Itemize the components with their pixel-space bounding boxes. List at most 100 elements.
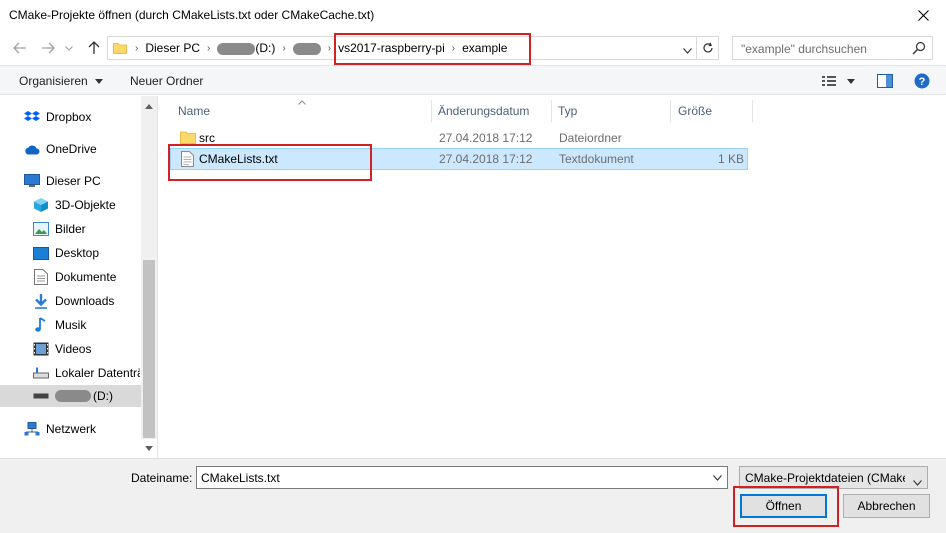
computer-icon <box>24 173 40 189</box>
view-options-button[interactable] <box>821 73 861 89</box>
sidebar-item-3d-objects[interactable]: 3D-Objekte <box>33 194 140 216</box>
back-arrow-icon <box>13 42 26 54</box>
sidebar-item-music[interactable]: Musik <box>33 314 140 336</box>
refresh-button[interactable] <box>697 36 719 60</box>
scroll-up-button[interactable] <box>141 98 157 114</box>
preview-pane-icon <box>877 74 893 88</box>
file-date: 27.04.2018 17:12 <box>439 131 533 145</box>
forward-button[interactable] <box>38 39 58 57</box>
pictures-icon <box>33 221 49 237</box>
sidebar-item-videos[interactable]: Videos <box>33 338 140 360</box>
new-folder-button[interactable]: Neuer Ordner <box>130 74 203 88</box>
chevron-down-icon <box>913 475 922 489</box>
sidebar-item-label: Lokaler Datenträ <box>55 366 140 380</box>
sidebar-item-downloads[interactable]: Downloads <box>33 290 140 312</box>
sidebar-item-dropbox[interactable]: Dropbox <box>24 106 140 128</box>
chevron-down-icon <box>683 48 692 54</box>
chevron-down-icon <box>847 78 855 84</box>
sidebar-item-onedrive[interactable]: OneDrive <box>24 138 140 160</box>
sidebar-item-label: Dropbox <box>46 110 92 124</box>
sidebar-item-label: Desktop <box>55 246 100 260</box>
sidebar-item-network[interactable]: Netzwerk <box>24 418 140 440</box>
sidebar-item-label: Netzwerk <box>46 422 97 436</box>
breadcrumb-separator-icon: › <box>282 42 286 54</box>
drive-icon <box>33 365 49 381</box>
address-dropdown-button[interactable] <box>683 43 692 57</box>
column-header-size[interactable]: Größe <box>674 100 753 122</box>
crumb-drive[interactable]: (D:) <box>213 41 279 55</box>
chevron-down-icon <box>95 79 104 85</box>
address-highlight-box <box>334 33 531 65</box>
sidebar-item-label: Dokumente <box>55 270 117 284</box>
sidebar-item-documents[interactable]: Dokumente <box>33 266 140 288</box>
sidebar-item-this-pc[interactable]: Dieser PC <box>24 170 140 192</box>
search-box[interactable]: "example" durchsuchen <box>732 36 933 60</box>
navigation-scrollbar-thumb[interactable] <box>143 260 155 438</box>
sidebar-item-local-disk[interactable]: Lokaler Datenträ <box>33 362 140 384</box>
sidebar-item-drive-d[interactable]: (D:) <box>0 385 141 407</box>
breadcrumb-separator-icon: › <box>207 42 211 54</box>
column-header-name[interactable]: Name <box>174 100 432 122</box>
dropbox-icon <box>24 109 40 125</box>
sidebar-item-label: Musik <box>55 318 87 332</box>
video-icon <box>33 341 49 357</box>
sidebar-item-label: Dieser PC <box>46 174 101 188</box>
onedrive-icon <box>24 141 40 157</box>
scroll-down-button[interactable] <box>141 440 157 456</box>
sidebar-item-label: (D:) <box>93 389 113 403</box>
drive-icon <box>33 388 49 404</box>
title-bar: CMake-Projekte öffnen (durch CMakeLists.… <box>0 0 946 31</box>
cube-icon <box>33 197 49 213</box>
folder-icon <box>108 42 132 54</box>
svg-text:?: ? <box>919 76 926 88</box>
file-date: 27.04.2018 17:12 <box>439 152 533 166</box>
cancel-button[interactable]: Abbrechen <box>843 494 930 518</box>
filename-label: Dateiname: <box>131 471 193 485</box>
search-placeholder: "example" durchsuchen <box>741 42 867 56</box>
chevron-down-icon <box>712 474 722 481</box>
scroll-down-icon <box>145 445 153 451</box>
up-button[interactable] <box>84 39 104 57</box>
sidebar-item-label: OneDrive <box>46 142 97 156</box>
search-icon <box>912 41 926 58</box>
view-list-icon <box>822 76 836 86</box>
preview-pane-button[interactable] <box>877 74 893 91</box>
breadcrumb-separator-icon: › <box>327 42 332 54</box>
crumb-redacted[interactable] <box>289 41 325 55</box>
help-button[interactable]: ? <box>914 73 930 92</box>
redacted-drive-name <box>217 42 256 55</box>
network-icon <box>24 421 40 437</box>
organize-label: Organisieren <box>19 74 88 88</box>
recent-locations-button[interactable] <box>62 39 76 57</box>
breadcrumb-separator-icon: › <box>135 42 139 54</box>
filename-input[interactable]: CMakeLists.txt <box>196 466 728 489</box>
window-title: CMake-Projekte öffnen (durch CMakeLists.… <box>9 8 375 22</box>
sidebar-item-desktop[interactable]: Desktop <box>33 242 140 264</box>
chevron-down-icon <box>65 45 73 51</box>
back-button[interactable] <box>10 39 30 57</box>
music-icon <box>33 317 49 333</box>
sidebar-item-label: Bilder <box>55 222 86 236</box>
filename-dropdown-button[interactable] <box>707 467 727 488</box>
column-header-type[interactable]: Typ <box>554 100 671 122</box>
scroll-up-icon <box>145 103 153 109</box>
column-header-date[interactable]: Änderungsdatum <box>434 100 552 122</box>
sidebar-item-label: 3D-Objekte <box>55 198 116 212</box>
sidebar-item-pictures[interactable]: Bilder <box>33 218 140 240</box>
file-size: 1 KB <box>717 152 744 166</box>
desktop-icon <box>33 245 49 261</box>
close-button[interactable] <box>900 0 946 31</box>
redacted-drive-name <box>55 390 91 402</box>
refresh-icon <box>702 42 713 53</box>
crumb-this-pc[interactable]: Dieser PC <box>141 41 204 55</box>
file-name: src <box>199 131 215 145</box>
documents-icon <box>33 269 49 285</box>
redacted-folder-name <box>292 42 321 55</box>
up-arrow-icon <box>88 41 100 54</box>
close-icon <box>917 10 929 21</box>
file-type: Dateiordner <box>559 131 622 145</box>
help-icon: ? <box>914 73 930 89</box>
file-type-filter-value: CMake-Projektdateien (CMake <box>745 471 905 485</box>
organize-menu[interactable]: Organisieren <box>19 74 104 88</box>
file-highlight-box <box>168 144 372 181</box>
